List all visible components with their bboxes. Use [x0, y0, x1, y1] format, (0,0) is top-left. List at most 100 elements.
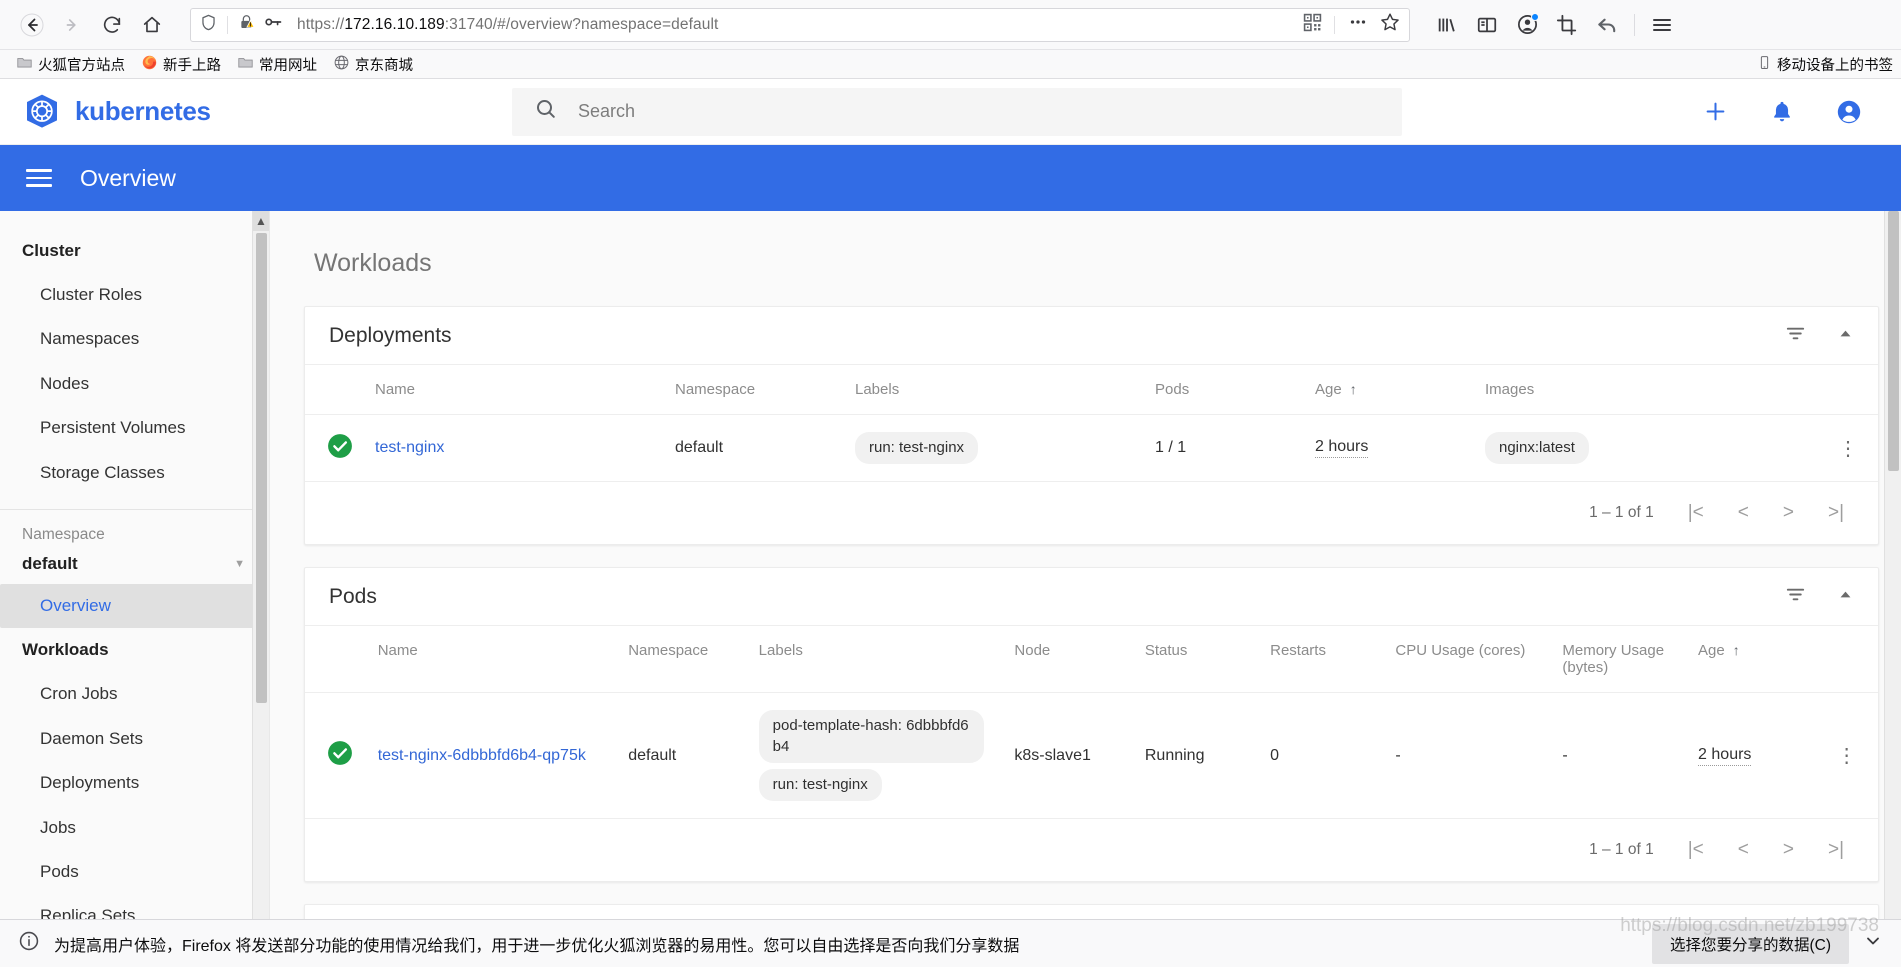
notifications-bell-icon[interactable] — [1769, 99, 1795, 125]
create-icon[interactable] — [1702, 98, 1729, 125]
pods-col-namespace[interactable]: Namespace — [620, 626, 751, 694]
bookmark-item-2[interactable]: 常用网址 — [229, 52, 325, 77]
table-row[interactable]: test-nginx-6dbbbfd6b4-qp75k default pod-… — [305, 692, 1878, 819]
pods-col-restarts[interactable]: Restarts — [1262, 626, 1388, 694]
sidebar-item-pods[interactable]: Pods — [0, 850, 269, 894]
deployment-link[interactable]: test-nginx — [375, 439, 444, 456]
choose-shared-data-button[interactable]: 选择您要分享的数据(C) — [1651, 923, 1849, 964]
hamburger-menu-icon[interactable] — [26, 169, 52, 187]
deployments-col-labels[interactable]: Labels — [847, 365, 1147, 415]
pagination-first-button[interactable]: |< — [1688, 502, 1704, 524]
content-area: Workloads Deployments Name Namespace Lab… — [270, 211, 1901, 932]
app-brand[interactable]: kubernetes — [22, 92, 512, 132]
library-icon[interactable] — [1428, 6, 1466, 44]
pagination-last-button[interactable]: >| — [1828, 502, 1844, 524]
sidebar-item-deployments[interactable]: Deployments — [0, 761, 269, 805]
table-row[interactable]: test-nginx default run: test-nginx 1 / 1… — [305, 414, 1878, 483]
pods-col-name[interactable]: Name — [369, 626, 621, 694]
firefox-icon — [141, 54, 158, 75]
sidebar-scroll-thumb[interactable] — [255, 233, 267, 703]
chevron-up-icon[interactable] — [1837, 325, 1854, 347]
account-icon[interactable] — [1508, 6, 1546, 44]
search-box[interactable] — [512, 87, 1402, 136]
label-chip[interactable]: run: test-nginx — [855, 432, 979, 465]
content-scroll-thumb[interactable] — [1888, 211, 1899, 471]
pagination-prev-button[interactable]: < — [1738, 502, 1749, 524]
user-account-icon[interactable] — [1835, 98, 1863, 126]
pagination-last-button[interactable]: >| — [1828, 839, 1844, 861]
scroll-up-arrow-icon[interactable]: ▲ — [253, 211, 269, 231]
pods-col-memory[interactable]: Memory Usage (bytes) — [1554, 626, 1691, 694]
back-button[interactable] — [12, 5, 52, 45]
deployments-col-pods[interactable]: Pods — [1147, 365, 1307, 415]
urlbar-divider — [227, 15, 228, 34]
pods-col-labels[interactable]: Labels — [750, 626, 1007, 694]
sidebar-item-nodes[interactable]: Nodes — [0, 362, 269, 406]
sidebar-item-persistent-volumes[interactable]: Persistent Volumes — [0, 406, 269, 450]
bookmark-item-0[interactable]: 火狐官方站点 — [8, 52, 133, 77]
sidebar-heading-workloads[interactable]: Workloads — [0, 628, 269, 672]
star-icon[interactable] — [1379, 11, 1401, 38]
app-menu-icon[interactable] — [1643, 6, 1681, 44]
bookmarks-mobile-folder[interactable]: 移动设备上的书签 — [1757, 54, 1893, 75]
qr-code-icon[interactable] — [1303, 13, 1322, 37]
image-chip[interactable]: nginx:latest — [1485, 432, 1589, 465]
bookmark-item-1[interactable]: 新手上路 — [133, 52, 229, 77]
sidebar-item-cron-jobs[interactable]: Cron Jobs — [0, 672, 269, 716]
home-button[interactable] — [132, 5, 172, 45]
url-text[interactable]: https://172.16.10.189:31740/#/overview?n… — [291, 16, 1297, 34]
app-toolbar: Overview — [0, 145, 1901, 211]
pagination-prev-button[interactable]: < — [1738, 839, 1749, 861]
sidebar-item-storage-classes[interactable]: Storage Classes — [0, 451, 269, 495]
search-icon — [534, 97, 558, 126]
label-chip[interactable]: pod-template-hash: 6dbbbfd6b4 — [758, 710, 984, 763]
sidebar-item-overview[interactable]: Overview — [0, 583, 259, 629]
row-actions-menu-icon[interactable]: ⋮ — [1818, 414, 1878, 483]
content-scrollbar[interactable] — [1884, 211, 1901, 932]
pods-col-age[interactable]: Age ↑ — [1690, 626, 1816, 694]
screenshot-icon[interactable] — [1548, 6, 1586, 44]
pagination-first-button[interactable]: |< — [1688, 839, 1704, 861]
pods-card-header: Pods — [305, 568, 1878, 627]
pods-col-cpu[interactable]: CPU Usage (cores) — [1387, 626, 1555, 694]
deployments-col-namespace[interactable]: Namespace — [667, 365, 847, 415]
sidebar-item-cluster-roles[interactable]: Cluster Roles — [0, 273, 269, 317]
pods-col-status-label[interactable]: Status — [1136, 626, 1263, 694]
sidebar-item-jobs[interactable]: Jobs — [0, 806, 269, 850]
reload-button[interactable] — [92, 5, 132, 45]
row-actions-menu-icon[interactable]: ⋮ — [1815, 692, 1878, 819]
search-input[interactable] — [578, 101, 1380, 122]
sidebar-heading-cluster[interactable]: Cluster — [0, 229, 269, 273]
sidebar-inner: Cluster Cluster Roles Namespaces Nodes P… — [0, 211, 269, 932]
deployments-col-name[interactable]: Name — [367, 365, 667, 415]
key-icon[interactable] — [263, 12, 283, 37]
pagination-next-button[interactable]: > — [1783, 839, 1794, 861]
page-breadcrumb-title: Overview — [80, 164, 176, 191]
label-chip[interactable]: run: test-nginx — [758, 768, 882, 801]
ellipsis-icon[interactable] — [1347, 11, 1369, 38]
deployments-col-age[interactable]: Age ↑ — [1307, 365, 1477, 415]
lock-warning-icon[interactable] — [237, 13, 256, 37]
bookmark-item-3[interactable]: 京东商城 — [325, 52, 421, 77]
sidebar-icon[interactable] — [1468, 6, 1506, 44]
shield-icon[interactable] — [199, 13, 218, 37]
forward-button[interactable] — [52, 5, 92, 45]
namespace-select[interactable]: default ▼ — [0, 550, 269, 584]
bookmark-label: 常用网址 — [259, 57, 317, 74]
sidebar-item-daemon-sets[interactable]: Daemon Sets — [0, 717, 269, 761]
filter-icon[interactable] — [1784, 583, 1807, 611]
pods-card-actions — [1784, 583, 1854, 611]
row-name[interactable]: test-nginx-6dbbbfd6b4-qp75k — [369, 692, 621, 819]
row-name[interactable]: test-nginx — [367, 414, 667, 483]
pods-col-node[interactable]: Node — [1006, 626, 1137, 694]
chevron-down-icon[interactable] — [1863, 931, 1883, 956]
deployments-col-images[interactable]: Images — [1477, 365, 1818, 415]
url-bar[interactable]: https://172.16.10.189:31740/#/overview?n… — [190, 7, 1410, 42]
chevron-up-icon[interactable] — [1837, 586, 1854, 608]
sidebar-item-namespaces[interactable]: Namespaces — [0, 317, 269, 361]
sidebar-scrollbar[interactable]: ▲ ▼ — [252, 211, 269, 932]
filter-icon[interactable] — [1784, 322, 1807, 350]
pagination-next-button[interactable]: > — [1783, 502, 1794, 524]
undo-icon[interactable] — [1588, 6, 1626, 44]
pod-link[interactable]: test-nginx-6dbbbfd6b4-qp75k — [378, 747, 586, 764]
